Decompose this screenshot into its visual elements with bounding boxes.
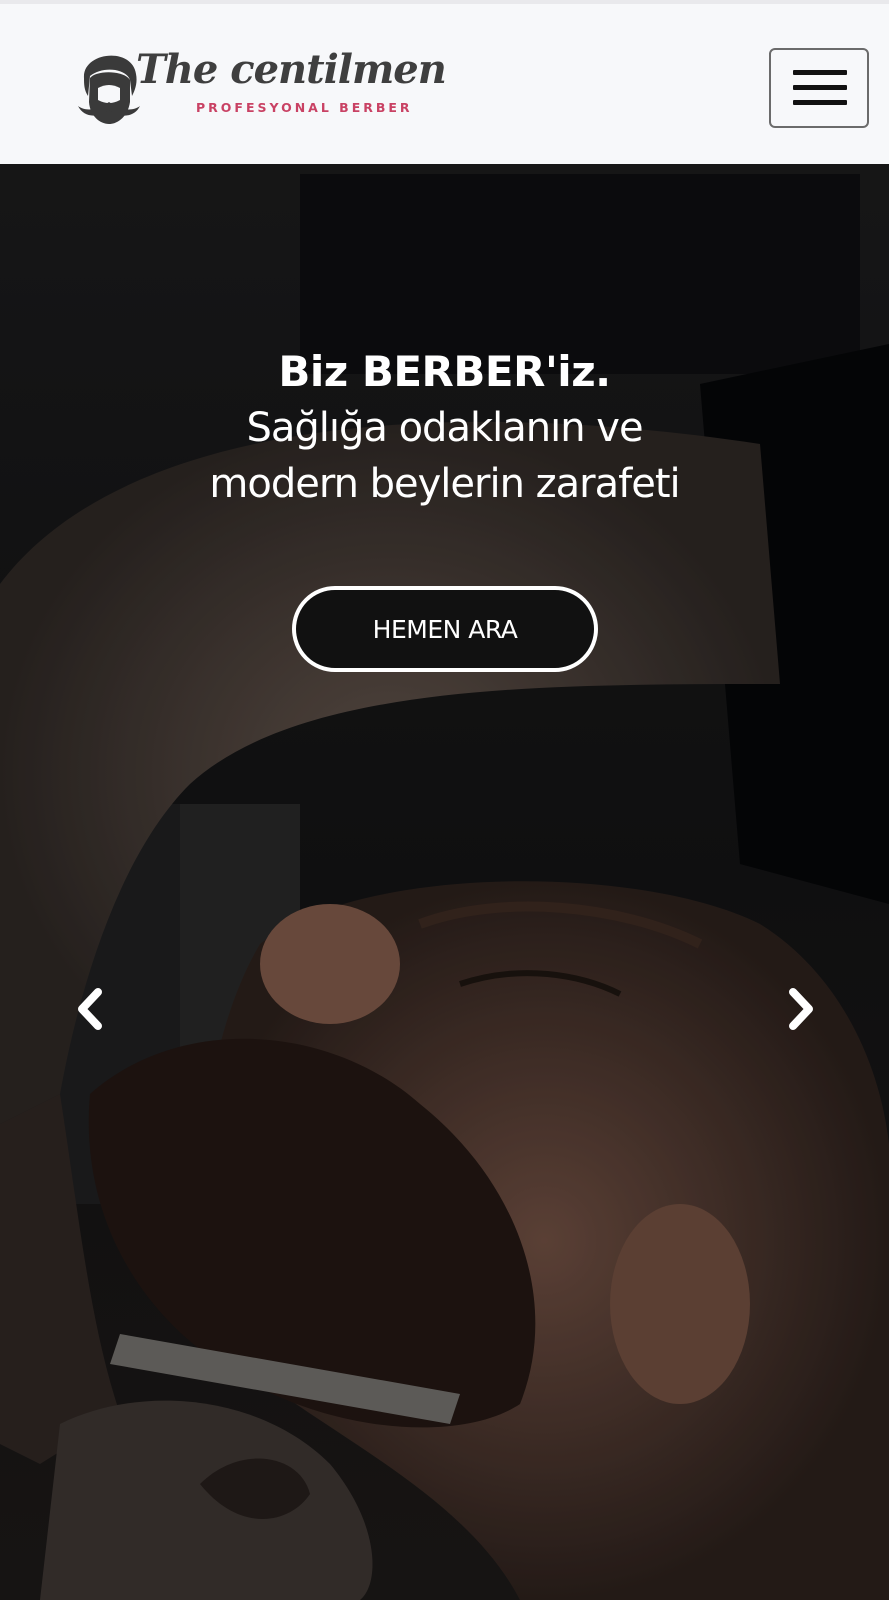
chevron-right-icon: [789, 988, 813, 1030]
carousel-next-button[interactable]: [775, 984, 825, 1034]
menu-toggle-button[interactable]: [769, 48, 869, 128]
gentleman-logo-icon: [78, 55, 140, 124]
hero-headline: Biz BERBER'iz.: [278, 347, 611, 396]
call-now-button[interactable]: HEMEN ARA: [292, 586, 598, 672]
navbar: The centilmen PROFESYONAL BERBER: [0, 4, 889, 164]
hero-subline-1: Sağlığa odaklanın ve: [246, 405, 643, 451]
brand-logo-link[interactable]: The centilmen PROFESYONAL BERBER: [76, 44, 447, 134]
hero-caption: Biz BERBER'iz. Sağlığa odaklanın ve mode…: [0, 344, 889, 512]
brand-tagline: PROFESYONAL BERBER: [196, 100, 413, 115]
brand-name: The centilmen: [136, 46, 447, 93]
hero-subline-2: modern beylerin zarafeti: [209, 461, 680, 507]
hero-carousel: Biz BERBER'iz. Sağlığa odaklanın ve mode…: [0, 164, 889, 1600]
carousel-prev-button[interactable]: [66, 984, 116, 1034]
chevron-left-icon: [78, 988, 102, 1030]
